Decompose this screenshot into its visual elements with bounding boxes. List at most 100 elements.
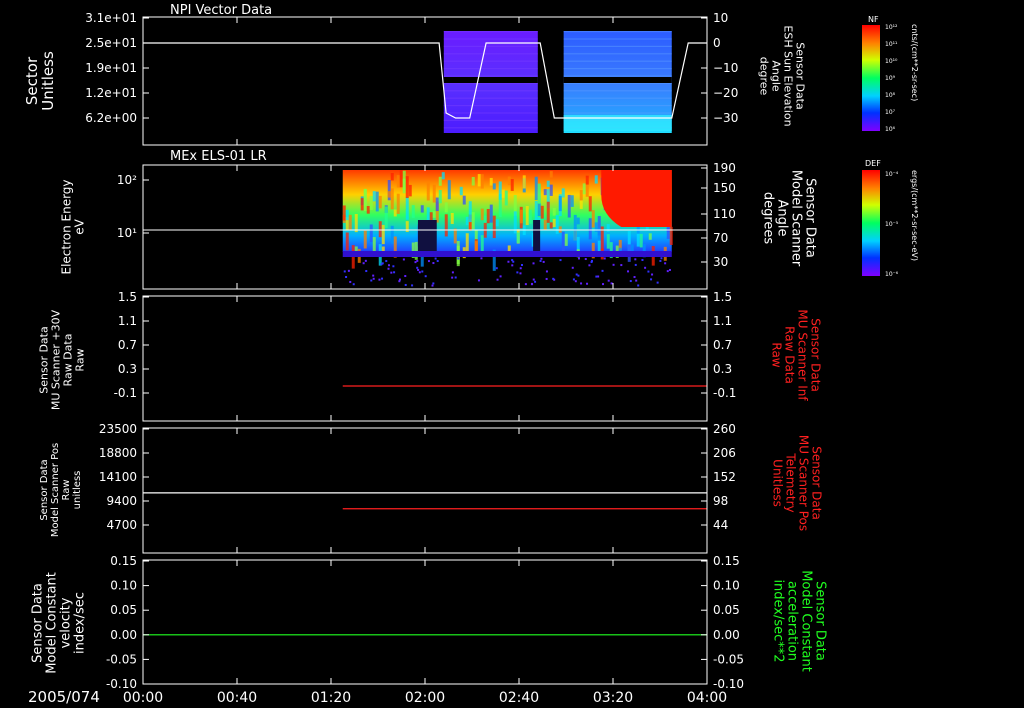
els-speckle (436, 260, 439, 263)
left-tick-label: -0.05 (106, 652, 137, 666)
left-tick-label: 0.15 (110, 554, 137, 568)
els-speckle (347, 269, 350, 272)
axis-title-line: Angle (775, 200, 790, 237)
els-speckle (393, 271, 396, 274)
els-texture (444, 202, 448, 213)
npi-stripe (443, 105, 538, 107)
axis-title-line: velocity (58, 597, 73, 648)
els-speckle (343, 270, 346, 273)
els-texture (369, 195, 373, 210)
els-texture (402, 170, 406, 191)
npi-stripe (563, 38, 672, 40)
els-texture (396, 175, 400, 188)
els-speckle (432, 262, 435, 265)
els-texture (372, 237, 376, 252)
els-speckle (539, 259, 542, 262)
els-speckle (520, 263, 523, 266)
els-speckle (532, 278, 535, 281)
els-texture (480, 235, 484, 253)
panel-3-frame (142, 295, 708, 422)
els-speckle (584, 258, 587, 261)
colorbar-tick-label: 10¹² (885, 24, 898, 31)
els-speckle (612, 263, 615, 266)
npi-stripe (443, 60, 538, 62)
axis-title: Sensor DataMU Scanner PosTelemetryUnitle… (771, 435, 824, 531)
els-speckle (402, 258, 405, 261)
els-texture (378, 195, 382, 209)
time-tick-label: 02:40 (499, 690, 539, 706)
els-speckle (666, 270, 669, 273)
els-speckle (647, 270, 650, 273)
els-texture (372, 191, 376, 202)
npi-stripe (443, 119, 538, 121)
els-speckle (416, 266, 419, 269)
els-speckle (532, 262, 535, 265)
npi-gap (563, 77, 672, 83)
colorbar-nf-scale (862, 25, 880, 131)
axis-title-line: Raw (770, 342, 784, 367)
axis-title: SectorUnitless (23, 51, 57, 111)
colorbar-tick-label: 10⁷ (885, 109, 896, 116)
left-tick-label: -0.10 (106, 677, 137, 691)
els-texture (426, 182, 430, 201)
els-texture (519, 209, 523, 224)
els-texture (414, 241, 418, 260)
colorbar-def-scale (862, 170, 880, 276)
axis-title-line: degrees (761, 192, 776, 245)
axis-title: Sensor DataModel Constantaccelerationind… (771, 570, 828, 672)
els-speckle (572, 278, 575, 281)
els-texture (537, 183, 541, 204)
els-speckle (641, 258, 644, 261)
els-speckle (603, 257, 606, 260)
right-tick-label: -0.1 (713, 386, 736, 400)
axis-title-line: index/sec**2 (771, 579, 786, 662)
left-tick-label: 1.5 (118, 290, 137, 304)
els-speckle (496, 278, 499, 281)
els-texture (573, 214, 577, 227)
els-texture (381, 224, 385, 245)
right-tick-label: 0.15 (713, 554, 740, 568)
time-tick-label: 04:00 (687, 690, 727, 706)
els-red-region (601, 170, 672, 227)
els-texture (492, 215, 496, 239)
npi-stripe (443, 31, 538, 33)
colorbar-tick-label: 10¹¹ (885, 41, 898, 48)
panel2-title: MEx ELS-01 LR (170, 149, 267, 164)
els-texture (366, 206, 370, 214)
npi-gap (443, 77, 538, 83)
els-texture (579, 200, 583, 209)
els-speckle (416, 259, 419, 262)
els-texture (543, 219, 547, 231)
els-speckle (629, 280, 632, 283)
els-texture (378, 221, 382, 238)
els-texture (369, 224, 373, 243)
els-texture (558, 226, 562, 233)
els-speckle (650, 278, 653, 281)
axis-title: Electron Energy eV (60, 179, 87, 274)
axis-title-line: Sensor Data (30, 583, 45, 663)
els-texture (354, 214, 358, 233)
colorbar-tick-label: 10⁶ (885, 126, 896, 133)
els-texture (543, 189, 547, 196)
els-texture (570, 195, 574, 207)
els-speckle (477, 279, 480, 282)
els-speckle (370, 279, 373, 282)
colorbar-nf-label: NF (868, 15, 879, 24)
els-speckle (577, 274, 580, 277)
els-speckle (575, 273, 578, 276)
right-tick-label: 1.1 (713, 314, 732, 328)
els-texture (480, 174, 484, 189)
els-speckle (578, 257, 581, 260)
els-speckle (586, 282, 589, 285)
els-speckle (392, 265, 395, 268)
spectrogram-layer (342, 31, 673, 287)
els-speckle (634, 263, 637, 266)
axis-title: Sensor Data MU Scanner +30V Raw Data Raw (38, 309, 87, 410)
colorbar-tick-label: 10⁹ (885, 75, 896, 82)
axis-title-line: unitless (72, 471, 83, 510)
npi-stripe (563, 90, 672, 92)
right-tick-label: 30 (713, 255, 728, 269)
colorbar-tick-label: 10⁻⁶ (885, 271, 899, 278)
els-texture (435, 197, 439, 212)
npi-stripe (563, 60, 672, 62)
